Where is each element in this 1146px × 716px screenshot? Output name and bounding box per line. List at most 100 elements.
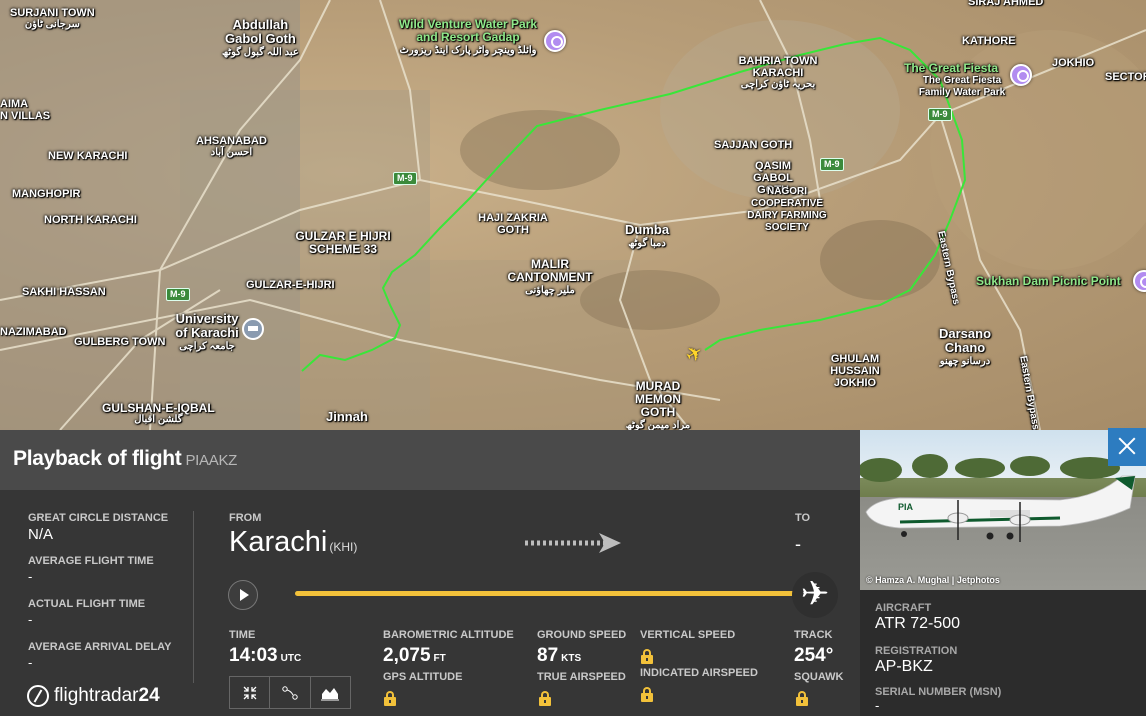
map-label-surjani: SURJANI TOWN سرجانی ٹاؤن bbox=[10, 7, 95, 30]
aircraft-info-panel: PIA © Hamza A. Mughal | Jetphotos AIRCRA… bbox=[860, 428, 1146, 716]
registration-value: AP-BKZ bbox=[875, 658, 933, 675]
registration-label: REGISTRATION bbox=[875, 645, 958, 657]
flight-code: PIAAKZ bbox=[185, 452, 238, 469]
map-label-sector: SECTOR bbox=[1105, 71, 1146, 83]
from-city: Karachi (KHI) bbox=[229, 526, 358, 558]
flight-playback-panel: Playback of flight PIAAKZ GREAT CIRCLE DI… bbox=[0, 430, 860, 716]
map-label-ghulam: GHULAM HUSSAIN JOKHIO bbox=[830, 353, 880, 389]
actual-flight-time-label: ACTUAL FLIGHT TIME bbox=[28, 598, 146, 610]
map-label-murad: MURAD MEMON GOTH مراد میمن گوٹھ bbox=[625, 379, 691, 431]
title-bar: Playback of flight PIAAKZ bbox=[0, 430, 860, 490]
playback-progress-fill bbox=[295, 591, 800, 596]
view-tools bbox=[229, 676, 351, 709]
photo-credit[interactable]: © Hamza A. Mughal | Jetphotos bbox=[866, 575, 1000, 585]
map-label-sirajahmed: SIRAJ AHMED bbox=[968, 0, 1044, 8]
map-label-gulshan: GULSHAN-E-IQBAL گلشن اقبال bbox=[102, 401, 215, 425]
poi-greatfiesta-icon[interactable] bbox=[1010, 64, 1032, 86]
radar-icon bbox=[27, 685, 49, 707]
aircraft-label: AIRCRAFT bbox=[875, 602, 932, 614]
gps-altitude-label: GPS ALTITUDE bbox=[383, 671, 463, 683]
map-label-greatfiesta-sub: The Great Fiesta Family Water Park bbox=[918, 75, 1006, 98]
stats-divider bbox=[193, 511, 194, 683]
road-shield-m9: M-9 bbox=[820, 158, 844, 171]
lock-icon[interactable] bbox=[539, 691, 551, 706]
university-icon[interactable] bbox=[242, 318, 264, 340]
average-flight-time-value: - bbox=[28, 569, 33, 584]
route-button[interactable] bbox=[270, 677, 311, 708]
map-label-malir: MALIR CANTONMENT ملیر چھاؤنی bbox=[507, 257, 593, 297]
map-label-sajjan: SAJJAN GOTH bbox=[714, 139, 793, 151]
time-value: 14:03 UTC bbox=[229, 645, 302, 666]
map-label-greatfiesta: The Great Fiesta bbox=[904, 61, 999, 75]
altitude-graph-button[interactable] bbox=[311, 677, 350, 708]
great-circle-distance-value: N/A bbox=[28, 526, 54, 543]
poi-wildventure-icon[interactable] bbox=[544, 30, 566, 52]
from-airport-code: (KHI) bbox=[329, 540, 358, 554]
map-label-gulzarhijri: GULZAR E HIJRI SCHEME 33 bbox=[295, 229, 391, 256]
map-label-dumba: Dumba دمبا گوٹھ bbox=[625, 222, 670, 250]
great-circle-distance-label: GREAT CIRCLE DISTANCE bbox=[28, 512, 169, 524]
msn-label: SERIAL NUMBER (MSN) bbox=[875, 686, 1002, 698]
map-label-hajizakria: HAJI ZAKRIA GOTH bbox=[478, 212, 548, 236]
squawk-label: SQUAWK bbox=[794, 671, 844, 683]
map-label-aima: AIMA bbox=[0, 98, 29, 110]
track-value: 254° bbox=[794, 645, 834, 666]
collapse-icon bbox=[243, 686, 257, 699]
panel-title: Playback of flight PIAAKZ bbox=[13, 447, 238, 470]
flightradar24-logo[interactable]: flightradar 24 bbox=[27, 685, 160, 707]
aircraft-photo[interactable]: PIA © Hamza A. Mughal | Jetphotos bbox=[860, 430, 1146, 590]
map-label-university: University of Karachi جامعہ کراچی bbox=[175, 311, 239, 353]
ground-speed-label: GROUND SPEED bbox=[537, 629, 627, 641]
vertical-speed-label: VERTICAL SPEED bbox=[640, 629, 736, 641]
map-label-gulzarehijri: GULZAR-E-HIJRI bbox=[246, 279, 335, 291]
progress-plane-handle-icon[interactable]: ✈ bbox=[792, 572, 838, 618]
map-label-ahsanabad: AHSANABAD احسن آباد bbox=[196, 135, 267, 158]
map-label-darsano: Darsano Chano درسانو چھنو bbox=[938, 326, 992, 368]
fit-view-button[interactable] bbox=[230, 677, 271, 708]
average-arrival-delay-value: - bbox=[28, 655, 33, 670]
graph-icon bbox=[321, 687, 340, 700]
time-label: TIME bbox=[229, 629, 256, 641]
track-label: TRACK bbox=[794, 629, 833, 641]
road-shield-m9: M-9 bbox=[393, 172, 417, 185]
lock-icon[interactable] bbox=[796, 691, 808, 706]
map-label-sukhan: Sukhan Dam Picnic Point bbox=[976, 274, 1121, 288]
to-city: - bbox=[795, 534, 801, 554]
map-label-wildventure: Wild Venture Water Park and Resort Gadap… bbox=[398, 17, 538, 57]
to-label: TO bbox=[795, 512, 811, 524]
average-arrival-delay-label: AVERAGE ARRIVAL DELAY bbox=[28, 641, 172, 653]
map-label-nagori: NAGORI COOPERATIVE DAIRY FARMING SOCIETY bbox=[747, 186, 827, 233]
actual-flight-time-value: - bbox=[28, 612, 33, 627]
lock-icon[interactable] bbox=[641, 649, 653, 664]
map-label-sakhi: SAKHI HASSAN bbox=[22, 286, 106, 298]
road-shield-m9: M-9 bbox=[166, 288, 190, 301]
direction-arrow-icon bbox=[525, 533, 621, 553]
indicated-airspeed-label: INDICATED AIRSPEED bbox=[640, 667, 758, 679]
map-label-jokhio: JOKHIO bbox=[1052, 57, 1095, 69]
from-label: FROM bbox=[229, 512, 262, 524]
true-airspeed-label: TRUE AIRSPEED bbox=[537, 671, 626, 683]
svg-text:PIA: PIA bbox=[898, 502, 914, 512]
aircraft-value: ATR 72-500 bbox=[875, 615, 961, 632]
route-icon bbox=[282, 685, 298, 700]
road-shield-m9: M-9 bbox=[928, 108, 952, 121]
playback-progress-bar[interactable] bbox=[295, 591, 815, 596]
map-label-nvillas: N VILLAS bbox=[0, 110, 51, 122]
ground-speed-value: 87 KTS bbox=[537, 645, 582, 666]
play-button[interactable] bbox=[228, 580, 258, 610]
map-label-manghopir: MANGHOPIR bbox=[12, 188, 81, 200]
map-label-newkarachi: NEW KARACHI bbox=[48, 150, 128, 162]
lock-icon[interactable] bbox=[641, 687, 653, 702]
map[interactable]: SURJANI TOWN سرجانی ٹاؤن Abdullah Gabol G… bbox=[0, 0, 1146, 430]
map-label-nzimabad: NAZIMABAD bbox=[0, 326, 67, 338]
map-label-northkarachi: NORTH KARACHI bbox=[44, 214, 137, 226]
barometric-altitude-label: BAROMETRIC ALTITUDE bbox=[383, 629, 514, 641]
map-label-gulberg: GULBERG TOWN bbox=[74, 336, 166, 348]
map-label-bahria: BAHRIA TOWN KARACHI بحریہ ٹاؤن کراچی bbox=[738, 55, 818, 90]
msn-value: - bbox=[875, 698, 880, 713]
map-label-kathore: KATHORE bbox=[962, 35, 1016, 47]
lock-icon[interactable] bbox=[384, 691, 396, 706]
close-button[interactable] bbox=[1108, 428, 1146, 466]
barometric-altitude-value: 2,075 FT bbox=[383, 645, 446, 666]
map-label-abdullah: Abdullah Gabol Goth عبد اللہ گبول گوٹھ bbox=[222, 17, 299, 59]
